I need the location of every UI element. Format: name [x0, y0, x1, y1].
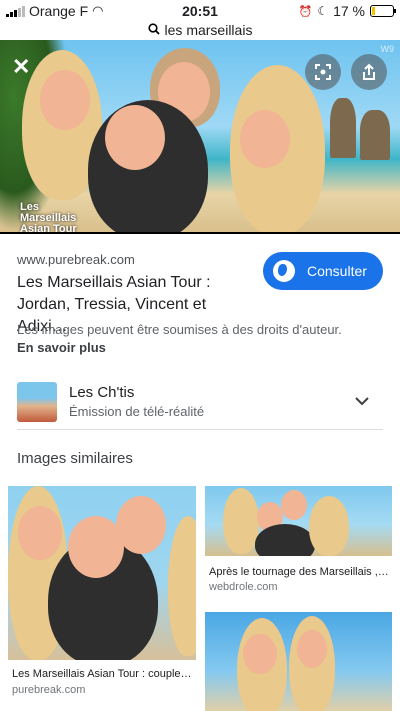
related-entity-card[interactable]: Les Ch'tis Émission de télé-réalité	[17, 380, 383, 430]
result-domain[interactable]: www.purebreak.com	[17, 252, 135, 267]
similar-site-1: purebreak.com	[12, 684, 86, 696]
face	[105, 105, 165, 170]
similar-caption-1[interactable]: Les Marseillais Asian Tour : couple…	[12, 668, 194, 680]
face	[18, 506, 62, 560]
person-left	[223, 488, 259, 554]
consult-label: Consulter	[307, 263, 367, 279]
moon-icon: ☾	[317, 4, 329, 18]
search-icon	[147, 22, 160, 38]
entity-subtitle: Émission de télé-réalité	[69, 404, 205, 419]
person-right	[309, 496, 349, 556]
person-center	[255, 524, 315, 556]
chevron-down-icon[interactable]	[355, 390, 369, 411]
globe-icon	[273, 260, 295, 282]
show-logo: Les Marseillais Asian Tour	[20, 201, 77, 233]
rights-notice: Les images peuvent être soumises à des d…	[17, 322, 342, 337]
rock-island	[360, 110, 390, 160]
similar-image-3[interactable]	[205, 612, 392, 711]
similar-image-2[interactable]	[205, 486, 392, 556]
similar-image-1[interactable]	[8, 486, 196, 660]
face	[116, 496, 166, 554]
similar-images-heading: Images similaires	[17, 450, 133, 467]
face	[240, 110, 290, 168]
divider	[0, 232, 400, 234]
entity-name: Les Ch'tis	[69, 384, 135, 401]
share-icon[interactable]	[351, 54, 387, 90]
alarm-icon: ⏰	[298, 5, 313, 18]
person-right	[168, 516, 196, 656]
search-query[interactable]: les marseillais	[165, 22, 253, 38]
entity-thumbnail	[17, 382, 57, 422]
face	[297, 630, 327, 668]
search-bar[interactable]: les marseillais	[0, 20, 400, 40]
close-icon[interactable]: ✕	[12, 54, 30, 80]
face	[243, 634, 277, 674]
hero-image[interactable]: ✕ W9 Les Marseillais Asian Tour	[0, 40, 400, 232]
face	[40, 70, 90, 130]
similar-caption-2[interactable]: Après le tournage des Marseillais ,…	[209, 566, 389, 578]
battery-icon	[370, 5, 396, 17]
face	[281, 490, 307, 520]
status-icons: ⏰ ☾ 17 %	[298, 3, 396, 19]
channel-watermark: W9	[380, 44, 395, 54]
lens-icon[interactable]	[305, 54, 341, 90]
status-bar: Orange F ◠ 20:51 ⏰ ☾ 17 %	[0, 0, 400, 22]
learn-more-link[interactable]: En savoir plus	[17, 340, 106, 355]
similar-site-2: webdrole.com	[209, 581, 278, 593]
consult-button[interactable]: Consulter	[263, 252, 383, 290]
rock-island	[330, 98, 356, 158]
battery-percent: 17 %	[333, 3, 365, 19]
